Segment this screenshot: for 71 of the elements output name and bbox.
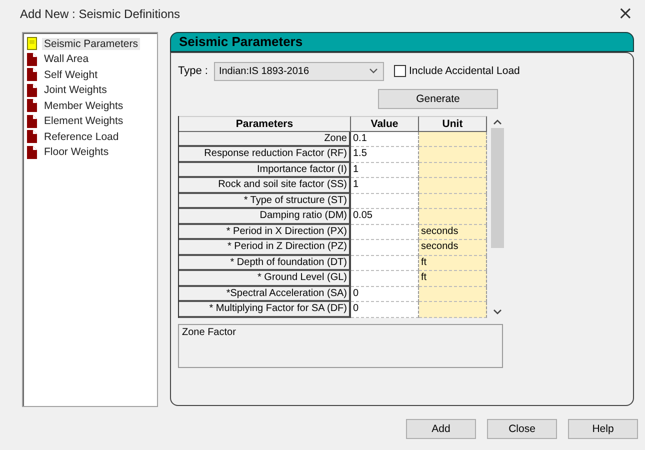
value-cell[interactable]: 1.5 [351,147,419,162]
parameter-cell: Importance factor (I) [179,162,351,178]
unit-cell [419,147,487,162]
value-cell[interactable]: 1 [351,178,419,194]
unit-cell [419,286,487,302]
scroll-up-icon [492,119,502,125]
tree-item[interactable]: Wall Area [42,53,91,66]
unit-cell [419,194,487,209]
tree-item[interactable]: Self Weight [42,68,100,81]
parameter-cell: * Ground Level (GL) [179,271,351,286]
parameter-cell: *Spectral Acceleration (SA) [179,286,351,302]
unit-cell [419,162,487,178]
parameter-cell: * Period in Z Direction (PZ) [179,240,351,256]
parameter-cell: * Multiplying Factor for SA (DF) [179,302,351,318]
close-button[interactable]: × [614,5,637,23]
generate-button[interactable]: Generate [378,89,498,109]
scroll-down-icon [492,308,502,314]
unit-cell: seconds [419,240,487,256]
value-cell[interactable] [351,194,419,209]
page-icon [27,146,37,159]
dialog-button[interactable]: Close [487,419,557,439]
value-cell[interactable]: 0 [351,302,419,318]
parameter-cell: Damping ratio (DM) [179,209,351,224]
page-icon [27,130,37,144]
tree-item[interactable]: Seismic Parameters [42,38,140,50]
page-icon [27,68,37,82]
value-cell[interactable]: 0.1 [351,132,419,147]
unit-cell: seconds [419,224,487,240]
value-cell[interactable]: 0 [351,286,419,302]
value-cell[interactable]: 0.05 [351,209,419,224]
unit-cell [419,302,487,318]
parameter-cell: * Type of structure (ST) [179,194,351,209]
unit-cell [419,178,487,194]
value-cell[interactable]: 1 [351,162,419,178]
page-icon [27,37,37,50]
parameter-cell: * Depth of foundation (DT) [179,256,351,271]
chevron-down-icon [368,68,378,74]
unit-cell [419,132,487,147]
page-icon [27,52,37,66]
page-icon [27,114,37,128]
type-label: Type : [178,65,208,77]
panel-header: Seismic Parameters [170,32,634,52]
parameter-cell: Zone [179,132,351,147]
tree-item[interactable]: Member Weights [42,100,126,112]
parameter-cell: * Period in X Direction (PX) [179,224,351,240]
column-header: Parameters [179,116,351,132]
unit-cell [419,209,487,224]
tree-item[interactable]: Element Weights [42,115,126,128]
column-header: Unit [419,116,487,132]
value-cell[interactable] [351,271,419,286]
checkbox[interactable] [394,65,406,77]
dialog-button[interactable]: Help [568,419,638,439]
description-box: Zone Factor [178,324,503,368]
scroll-thumb[interactable] [490,128,504,248]
value-cell[interactable] [351,256,419,271]
value-cell[interactable] [351,240,419,256]
parameter-cell: Response reduction Factor (RF) [179,147,351,162]
dialog-button[interactable]: Add [406,419,476,439]
value-cell[interactable] [351,224,419,240]
tree-item[interactable]: Joint Weights [42,84,109,96]
type-dropdown[interactable]: Indian:IS 1893-2016 [214,62,384,80]
page-icon [27,84,37,97]
checkbox-label: Include Accidental Load [408,65,520,77]
tree-item[interactable]: Reference Load [42,130,121,143]
page-icon [27,99,37,112]
column-header: Value [351,116,419,132]
window-title: Add New : Seismic Definitions [20,7,180,21]
parameter-cell: Rock and soil site factor (SS) [179,178,351,194]
unit-cell: ft [419,256,487,271]
unit-cell: ft [419,271,487,286]
tree-item[interactable]: Floor Weights [42,146,111,158]
